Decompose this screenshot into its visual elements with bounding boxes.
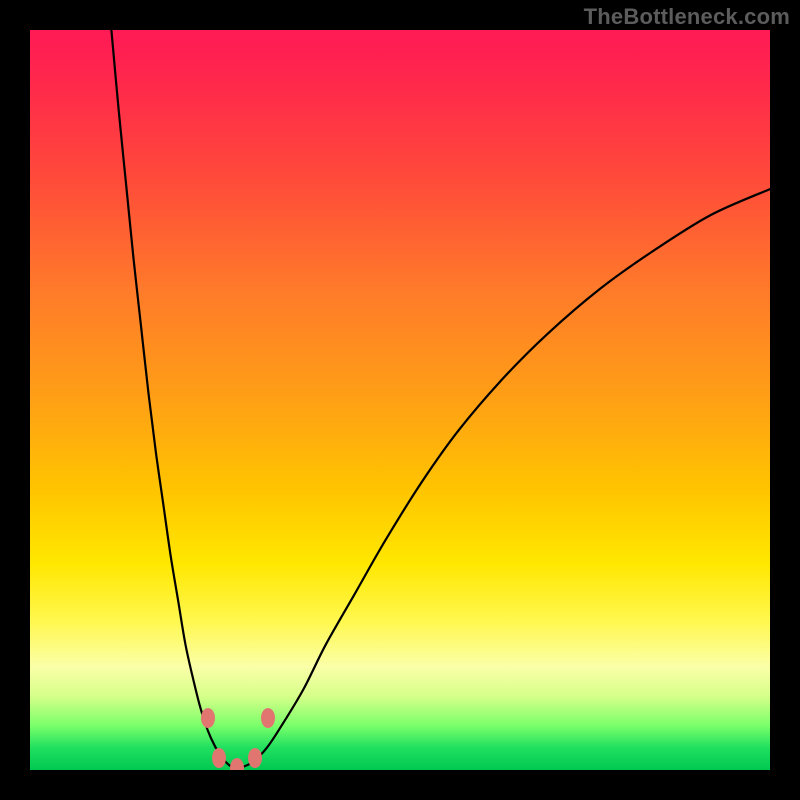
- plot-area: [30, 30, 770, 770]
- curve-marker: [248, 748, 262, 768]
- curve-layer: [30, 30, 770, 770]
- chart-container: TheBottleneck.com: [0, 0, 800, 800]
- curve-left-branch: [111, 30, 237, 769]
- curve-right-branch: [237, 189, 770, 769]
- curve-marker: [261, 708, 275, 728]
- watermark-text: TheBottleneck.com: [584, 4, 790, 30]
- curve-marker: [212, 748, 226, 768]
- curve-marker: [201, 708, 215, 728]
